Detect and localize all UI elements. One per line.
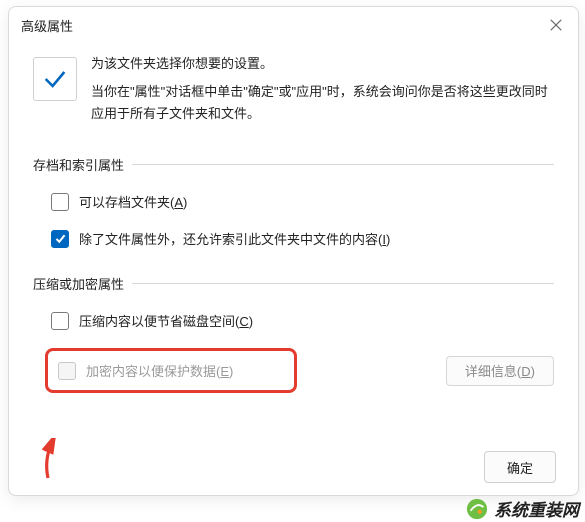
group-archive-index: 存档和索引属性 可以存档文件夹(A) 除了文件属性外，还允许索引此文件夹中文件的… bbox=[33, 155, 554, 248]
group-compress-title: 压缩或加密属性 bbox=[33, 274, 124, 293]
checkbox-index[interactable]: 除了文件属性外，还允许索引此文件夹中文件的内容(I) bbox=[51, 229, 554, 248]
encrypt-row: 加密内容以便保护数据(E) 详细信息(D) bbox=[45, 348, 554, 393]
intro-text: 为该文件夹选择你想要的设置。 当你在"属性"对话框中单击"确定"或"应用"时，系… bbox=[91, 53, 554, 125]
intro-section: 为该文件夹选择你想要的设置。 当你在"属性"对话框中单击"确定"或"应用"时，系… bbox=[33, 53, 554, 125]
watermark: 系统重装网 bbox=[466, 496, 579, 521]
watermark-text: 系统重装网 bbox=[494, 496, 579, 521]
divider bbox=[132, 283, 554, 284]
intro-line1: 为该文件夹选择你想要的设置。 bbox=[91, 53, 554, 75]
checkbox-archive-label: 可以存档文件夹(A) bbox=[79, 192, 187, 211]
group-compress-encrypt: 压缩或加密属性 压缩内容以便节省磁盘空间(C) 加密内容以便保护数据(E) 详细… bbox=[33, 274, 554, 393]
advanced-attributes-dialog: 高级属性 为该文件夹选择你想要的设置。 当你在"属性"对话框中单击"确定"或"应… bbox=[8, 6, 579, 496]
close-icon[interactable] bbox=[546, 15, 566, 35]
intro-line2: 当你在"属性"对话框中单击"确定"或"应用"时，系统会询问你是否将这些更改同时应… bbox=[91, 81, 554, 125]
checkbox-index-label: 除了文件属性外，还允许索引此文件夹中文件的内容(I) bbox=[79, 229, 390, 248]
dialog-title: 高级属性 bbox=[21, 16, 73, 35]
checkbox-icon bbox=[51, 193, 69, 211]
checkbox-icon bbox=[51, 312, 69, 330]
checkbox-disabled-icon bbox=[58, 362, 76, 380]
details-button: 详细信息(D) bbox=[446, 356, 554, 386]
titlebar: 高级属性 bbox=[9, 7, 578, 43]
dialog-footer: 确定 bbox=[484, 451, 556, 483]
ok-button[interactable]: 确定 bbox=[484, 451, 556, 483]
checkmark-icon bbox=[33, 57, 77, 101]
checkbox-compress[interactable]: 压缩内容以便节省磁盘空间(C) bbox=[51, 311, 554, 330]
highlight-box: 加密内容以便保护数据(E) bbox=[45, 348, 297, 393]
checkbox-encrypt-label: 加密内容以便保护数据(E) bbox=[86, 361, 233, 380]
watermark-logo-icon bbox=[466, 498, 488, 520]
checkbox-compress-label: 压缩内容以便节省磁盘空间(C) bbox=[79, 311, 253, 330]
checkbox-checked-icon bbox=[51, 230, 69, 248]
group-archive-title: 存档和索引属性 bbox=[33, 155, 124, 174]
divider bbox=[132, 164, 554, 165]
checkbox-archive[interactable]: 可以存档文件夹(A) bbox=[51, 192, 554, 211]
